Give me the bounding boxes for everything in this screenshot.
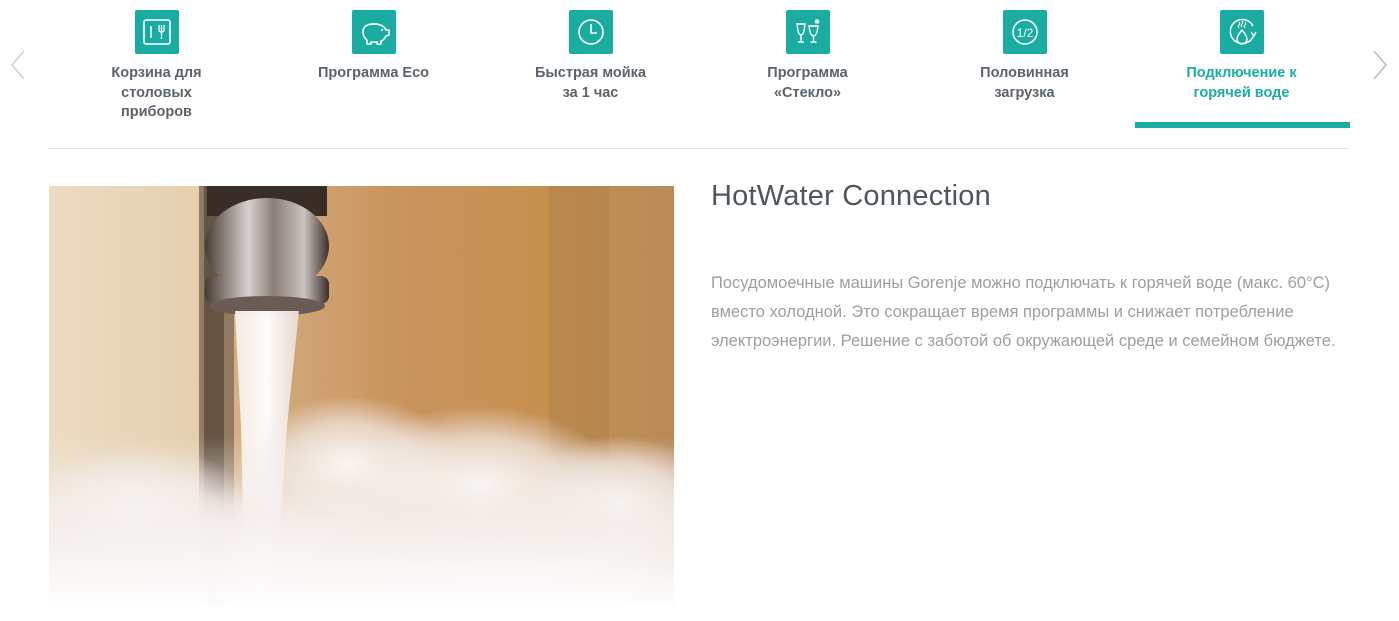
piggy-bank-icon [351, 10, 396, 54]
hot-water-tap-photo [49, 186, 674, 611]
tab-label: Программа «Стекло» [767, 65, 848, 101]
chevron-left-icon [10, 50, 25, 80]
carousel-prev-button[interactable] [4, 45, 34, 85]
wine-glass-icon [785, 10, 830, 54]
tab-label: Половинная загрузка [980, 65, 1069, 101]
tab-hot-water[interactable]: Подключение к горячей воде [1133, 0, 1350, 128]
hot-water-icon [1219, 10, 1264, 54]
tab-half-load[interactable]: 1/2 Половинная загрузка [916, 0, 1133, 128]
tab-quick-wash[interactable]: Быстрая мойка за 1 час [482, 0, 699, 128]
content-description: Посудомоечные машины Gorenje можно подкл… [711, 274, 1336, 350]
active-tab-indicator [1135, 122, 1350, 128]
carousel-next-button[interactable] [1364, 45, 1394, 85]
tab-eco-program[interactable]: Программа Eco [265, 0, 482, 128]
half-load-icon: 1/2 [1002, 10, 1047, 54]
tab-label: Подключение к горячей воде [1186, 65, 1297, 101]
tab-label: Быстрая мойка за 1 час [534, 65, 646, 101]
tab-label: Корзина для столовых приборов [111, 65, 202, 120]
tab-glass-program[interactable]: Программа «Стекло» [699, 0, 916, 128]
feature-section: Корзина для столовых приборов Программа … [0, 0, 1399, 621]
svg-text:1/2: 1/2 [1016, 26, 1033, 40]
feature-tabs: Корзина для столовых приборов Программа … [48, 0, 1350, 149]
chevron-right-icon [1373, 50, 1388, 80]
tab-label: Программа Eco [317, 65, 430, 81]
content-title: HotWater Connection [711, 180, 991, 212]
clock-icon [568, 10, 613, 54]
tab-cutlery-basket[interactable]: Корзина для столовых приборов [48, 0, 265, 128]
cutlery-basket-icon [134, 10, 179, 54]
